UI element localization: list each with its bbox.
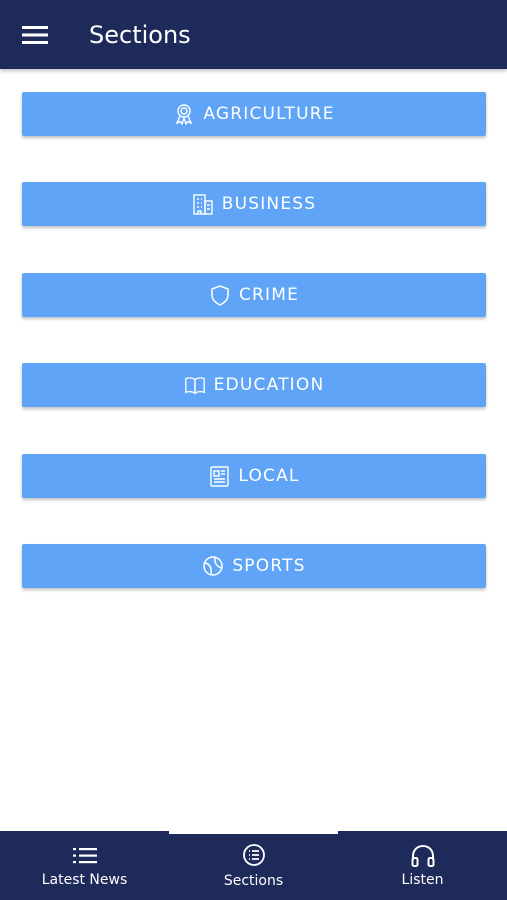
section-label: LOCAL bbox=[238, 465, 300, 486]
headphones-icon bbox=[410, 843, 436, 869]
hamburger-menu-icon bbox=[22, 25, 48, 44]
section-list: AGRICULTURE BUSINESS CRIME EDUCATION LOC… bbox=[22, 92, 486, 634]
circle-list-icon bbox=[241, 842, 267, 868]
section-label: CRIME bbox=[238, 284, 300, 305]
globe-ball-icon bbox=[202, 555, 224, 577]
newspaper-icon bbox=[208, 465, 230, 487]
section-label: AGRICULTURE bbox=[203, 104, 335, 124]
section-button-crime[interactable]: CRIME bbox=[22, 272, 486, 317]
page-title: Sections bbox=[89, 20, 191, 49]
nav-label: Sections bbox=[223, 873, 284, 889]
section-button-business[interactable]: BUSINESS bbox=[22, 182, 486, 227]
bottom-navigation: Latest News Sections Listen bbox=[0, 831, 507, 900]
nav-item-sections[interactable]: Sections bbox=[169, 831, 338, 900]
building-icon bbox=[192, 193, 214, 216]
section-button-education[interactable]: EDUCATION bbox=[22, 363, 486, 408]
award-ribbon-icon bbox=[173, 103, 195, 125]
section-label: BUSINESS bbox=[221, 194, 317, 215]
menu-button[interactable] bbox=[0, 0, 70, 69]
nav-label: Latest News bbox=[41, 872, 128, 888]
section-button-sports[interactable]: SPORTS bbox=[22, 543, 486, 588]
section-label: EDUCATION bbox=[213, 375, 325, 396]
section-button-local[interactable]: LOCAL bbox=[22, 453, 486, 498]
nav-label: Listen bbox=[401, 872, 444, 888]
section-label: SPORTS bbox=[232, 555, 306, 576]
nav-item-latest-news[interactable]: Latest News bbox=[0, 831, 169, 900]
shield-icon bbox=[209, 284, 231, 306]
section-button-agriculture[interactable]: AGRICULTURE bbox=[22, 92, 486, 136]
list-icon bbox=[72, 843, 98, 869]
app-bar: Sections bbox=[0, 0, 507, 69]
open-book-icon bbox=[184, 374, 206, 396]
nav-item-listen[interactable]: Listen bbox=[338, 831, 507, 900]
